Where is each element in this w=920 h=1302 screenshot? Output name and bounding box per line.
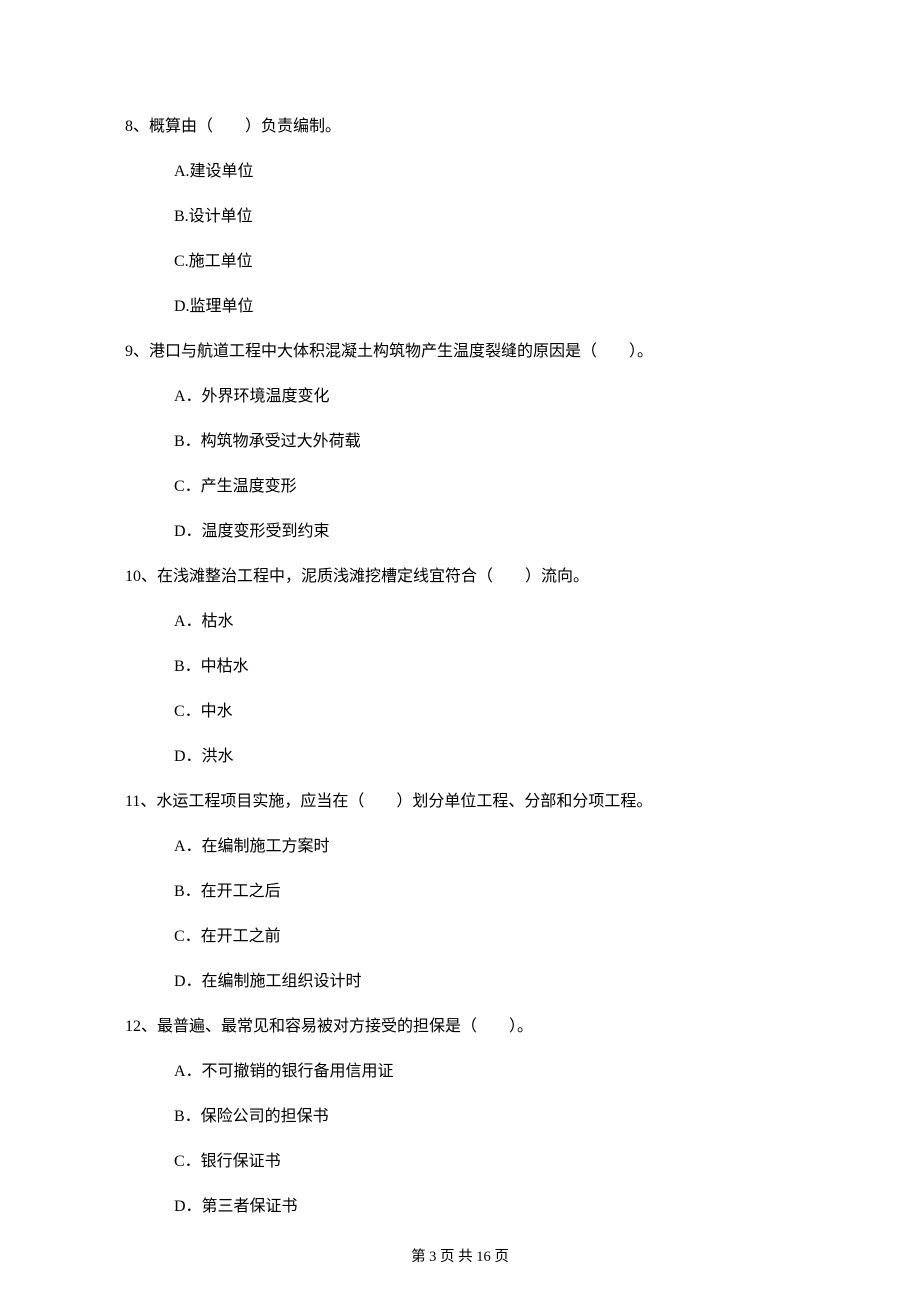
question-stem: 12、最普遍、最常见和容易被对方接受的担保是（ ）。 <box>125 1015 800 1039</box>
option-d: D．温度变形受到约束 <box>125 520 800 544</box>
question-10: 10、在浅滩整治工程中，泥质浅滩挖槽定线宜符合（ ）流向。 A．枯水 B．中枯水… <box>125 565 800 769</box>
question-stem: 10、在浅滩整治工程中，泥质浅滩挖槽定线宜符合（ ）流向。 <box>125 565 800 589</box>
option-a: A．在编制施工方案时 <box>125 835 800 859</box>
option-c: C．银行保证书 <box>125 1150 800 1174</box>
option-c: C.施工单位 <box>125 250 800 274</box>
option-b: B．构筑物承受过大外荷载 <box>125 430 800 454</box>
option-b: B．在开工之后 <box>125 880 800 904</box>
question-9: 9、港口与航道工程中大体积混凝土构筑物产生温度裂缝的原因是（ ）。 A．外界环境… <box>125 340 800 544</box>
option-d: D．洪水 <box>125 745 800 769</box>
option-a: A.建设单位 <box>125 160 800 184</box>
question-stem: 11、水运工程项目实施，应当在（ ）划分单位工程、分部和分项工程。 <box>125 790 800 814</box>
page-footer: 第 3 页 共 16 页 <box>0 1245 920 1266</box>
option-d: D．第三者保证书 <box>125 1195 800 1219</box>
option-c: C．中水 <box>125 700 800 724</box>
option-b: B.设计单位 <box>125 205 800 229</box>
option-c: C．在开工之前 <box>125 925 800 949</box>
option-d: D.监理单位 <box>125 295 800 319</box>
question-12: 12、最普遍、最常见和容易被对方接受的担保是（ ）。 A．不可撤销的银行备用信用… <box>125 1015 800 1219</box>
option-b: B．中枯水 <box>125 655 800 679</box>
option-a: A．枯水 <box>125 610 800 634</box>
question-11: 11、水运工程项目实施，应当在（ ）划分单位工程、分部和分项工程。 A．在编制施… <box>125 790 800 994</box>
option-c: C．产生温度变形 <box>125 475 800 499</box>
question-stem: 9、港口与航道工程中大体积混凝土构筑物产生温度裂缝的原因是（ ）。 <box>125 340 800 364</box>
option-a: A．不可撤销的银行备用信用证 <box>125 1060 800 1084</box>
option-b: B．保险公司的担保书 <box>125 1105 800 1129</box>
option-d: D．在编制施工组织设计时 <box>125 970 800 994</box>
option-a: A．外界环境温度变化 <box>125 385 800 409</box>
question-stem: 8、概算由（ ）负责编制。 <box>125 115 800 139</box>
question-8: 8、概算由（ ）负责编制。 A.建设单位 B.设计单位 C.施工单位 D.监理单… <box>125 115 800 319</box>
page-content: 8、概算由（ ）负责编制。 A.建设单位 B.设计单位 C.施工单位 D.监理单… <box>0 0 920 1219</box>
